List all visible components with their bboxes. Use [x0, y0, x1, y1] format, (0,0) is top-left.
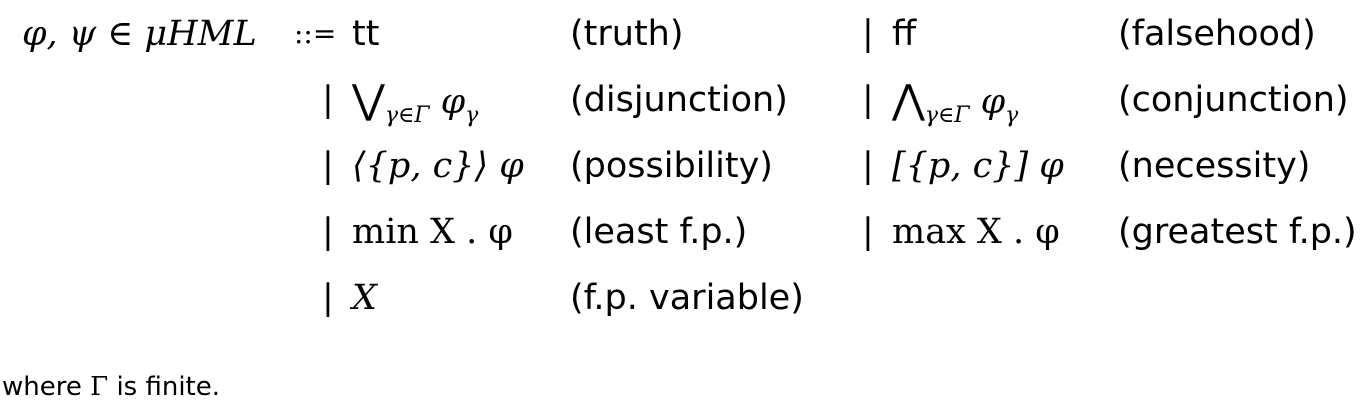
row-2-left-label: (disjunction) — [570, 80, 788, 120]
row-3-left-term: ⟨{p, c}⟩ φ — [352, 146, 524, 186]
row-3-right-label: (necessity) — [1118, 146, 1311, 186]
grammar-lhs: φ, ψ ∈ μHML — [22, 14, 257, 54]
row-4-left-label: (least f.p.) — [570, 212, 748, 252]
row-5-left-label: (f.p. variable) — [570, 278, 804, 318]
row-2-right-label: (conjunction) — [1118, 80, 1349, 120]
row-1-right-term: ff — [892, 14, 917, 54]
row-4-right-label: (greatest f.p.) — [1118, 212, 1357, 252]
defines-symbol: ::= — [294, 17, 337, 50]
row-4-left-separator: | — [322, 212, 334, 252]
row-5-left-term: X — [352, 278, 377, 318]
row-1-right-separator: | — [862, 14, 874, 54]
row-4-right-term: max X . φ — [892, 212, 1060, 252]
row-3-right-term: [{p, c}] φ — [892, 146, 1064, 186]
row-1-left-term: tt — [352, 14, 380, 54]
row-2-left-separator: | — [322, 80, 334, 120]
row-1-right-label: (falsehood) — [1118, 14, 1316, 54]
row-3-left-label: (possibility) — [570, 146, 773, 186]
row-5-left-separator: | — [322, 278, 334, 318]
row-4-right-separator: | — [862, 212, 874, 252]
row-3-right-separator: | — [862, 146, 874, 186]
row-3-left-separator: | — [322, 146, 334, 186]
gamma-symbol: Γ — [90, 372, 109, 402]
footnote: where Γ is finite. — [2, 372, 221, 402]
row-1-left-label: (truth) — [570, 14, 684, 54]
row-4-left-term: min X . φ — [352, 212, 513, 252]
lhs-text: φ, ψ ∈ μHML — [22, 14, 257, 54]
row-2-right-separator: | — [862, 80, 874, 120]
row-2-right-term: ⋀γ∈Γ φγ — [892, 77, 1019, 128]
row-2-left-term: ⋁γ∈Γ φγ — [352, 77, 479, 128]
